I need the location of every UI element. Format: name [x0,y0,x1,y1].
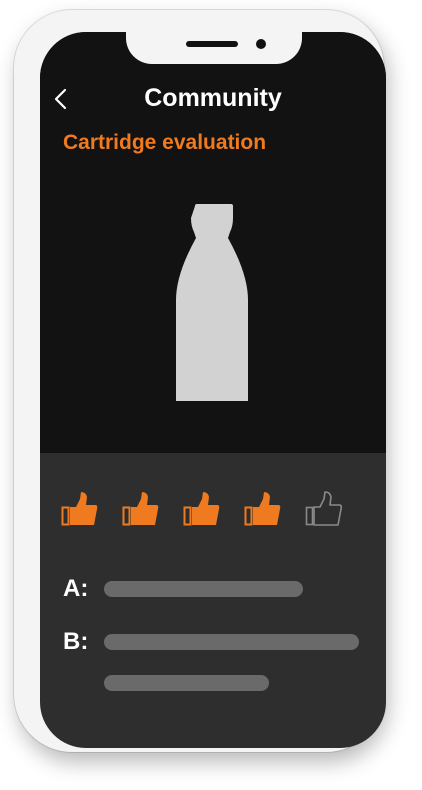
thumbs-rating [61,490,366,530]
front-camera [256,39,266,49]
field-a-label: A: [63,575,89,602]
field-b-text-placeholder [104,634,359,650]
cartridge-preview-area: Community Cartridge evaluation [40,32,386,453]
notch [126,32,302,64]
phone-frame: Community Cartridge evaluation A: B: [14,10,386,752]
thumbs-up-outline-icon[interactable] [305,490,343,528]
field-b-text-placeholder-line-2 [104,675,269,691]
section-title: Cartridge evaluation [63,131,267,154]
field-b-label: B: [63,628,89,655]
thumbs-up-icon[interactable] [61,490,99,528]
cartridge-silhouette [176,204,248,401]
thumbs-up-icon[interactable] [183,490,221,528]
page-title: Community [144,84,282,112]
field-a-text-placeholder [104,581,303,597]
thumbs-up-icon[interactable] [244,490,282,528]
speaker-grille [186,41,238,47]
thumbs-up-icon[interactable] [122,490,160,528]
screen: Community Cartridge evaluation A: B: [40,32,386,748]
